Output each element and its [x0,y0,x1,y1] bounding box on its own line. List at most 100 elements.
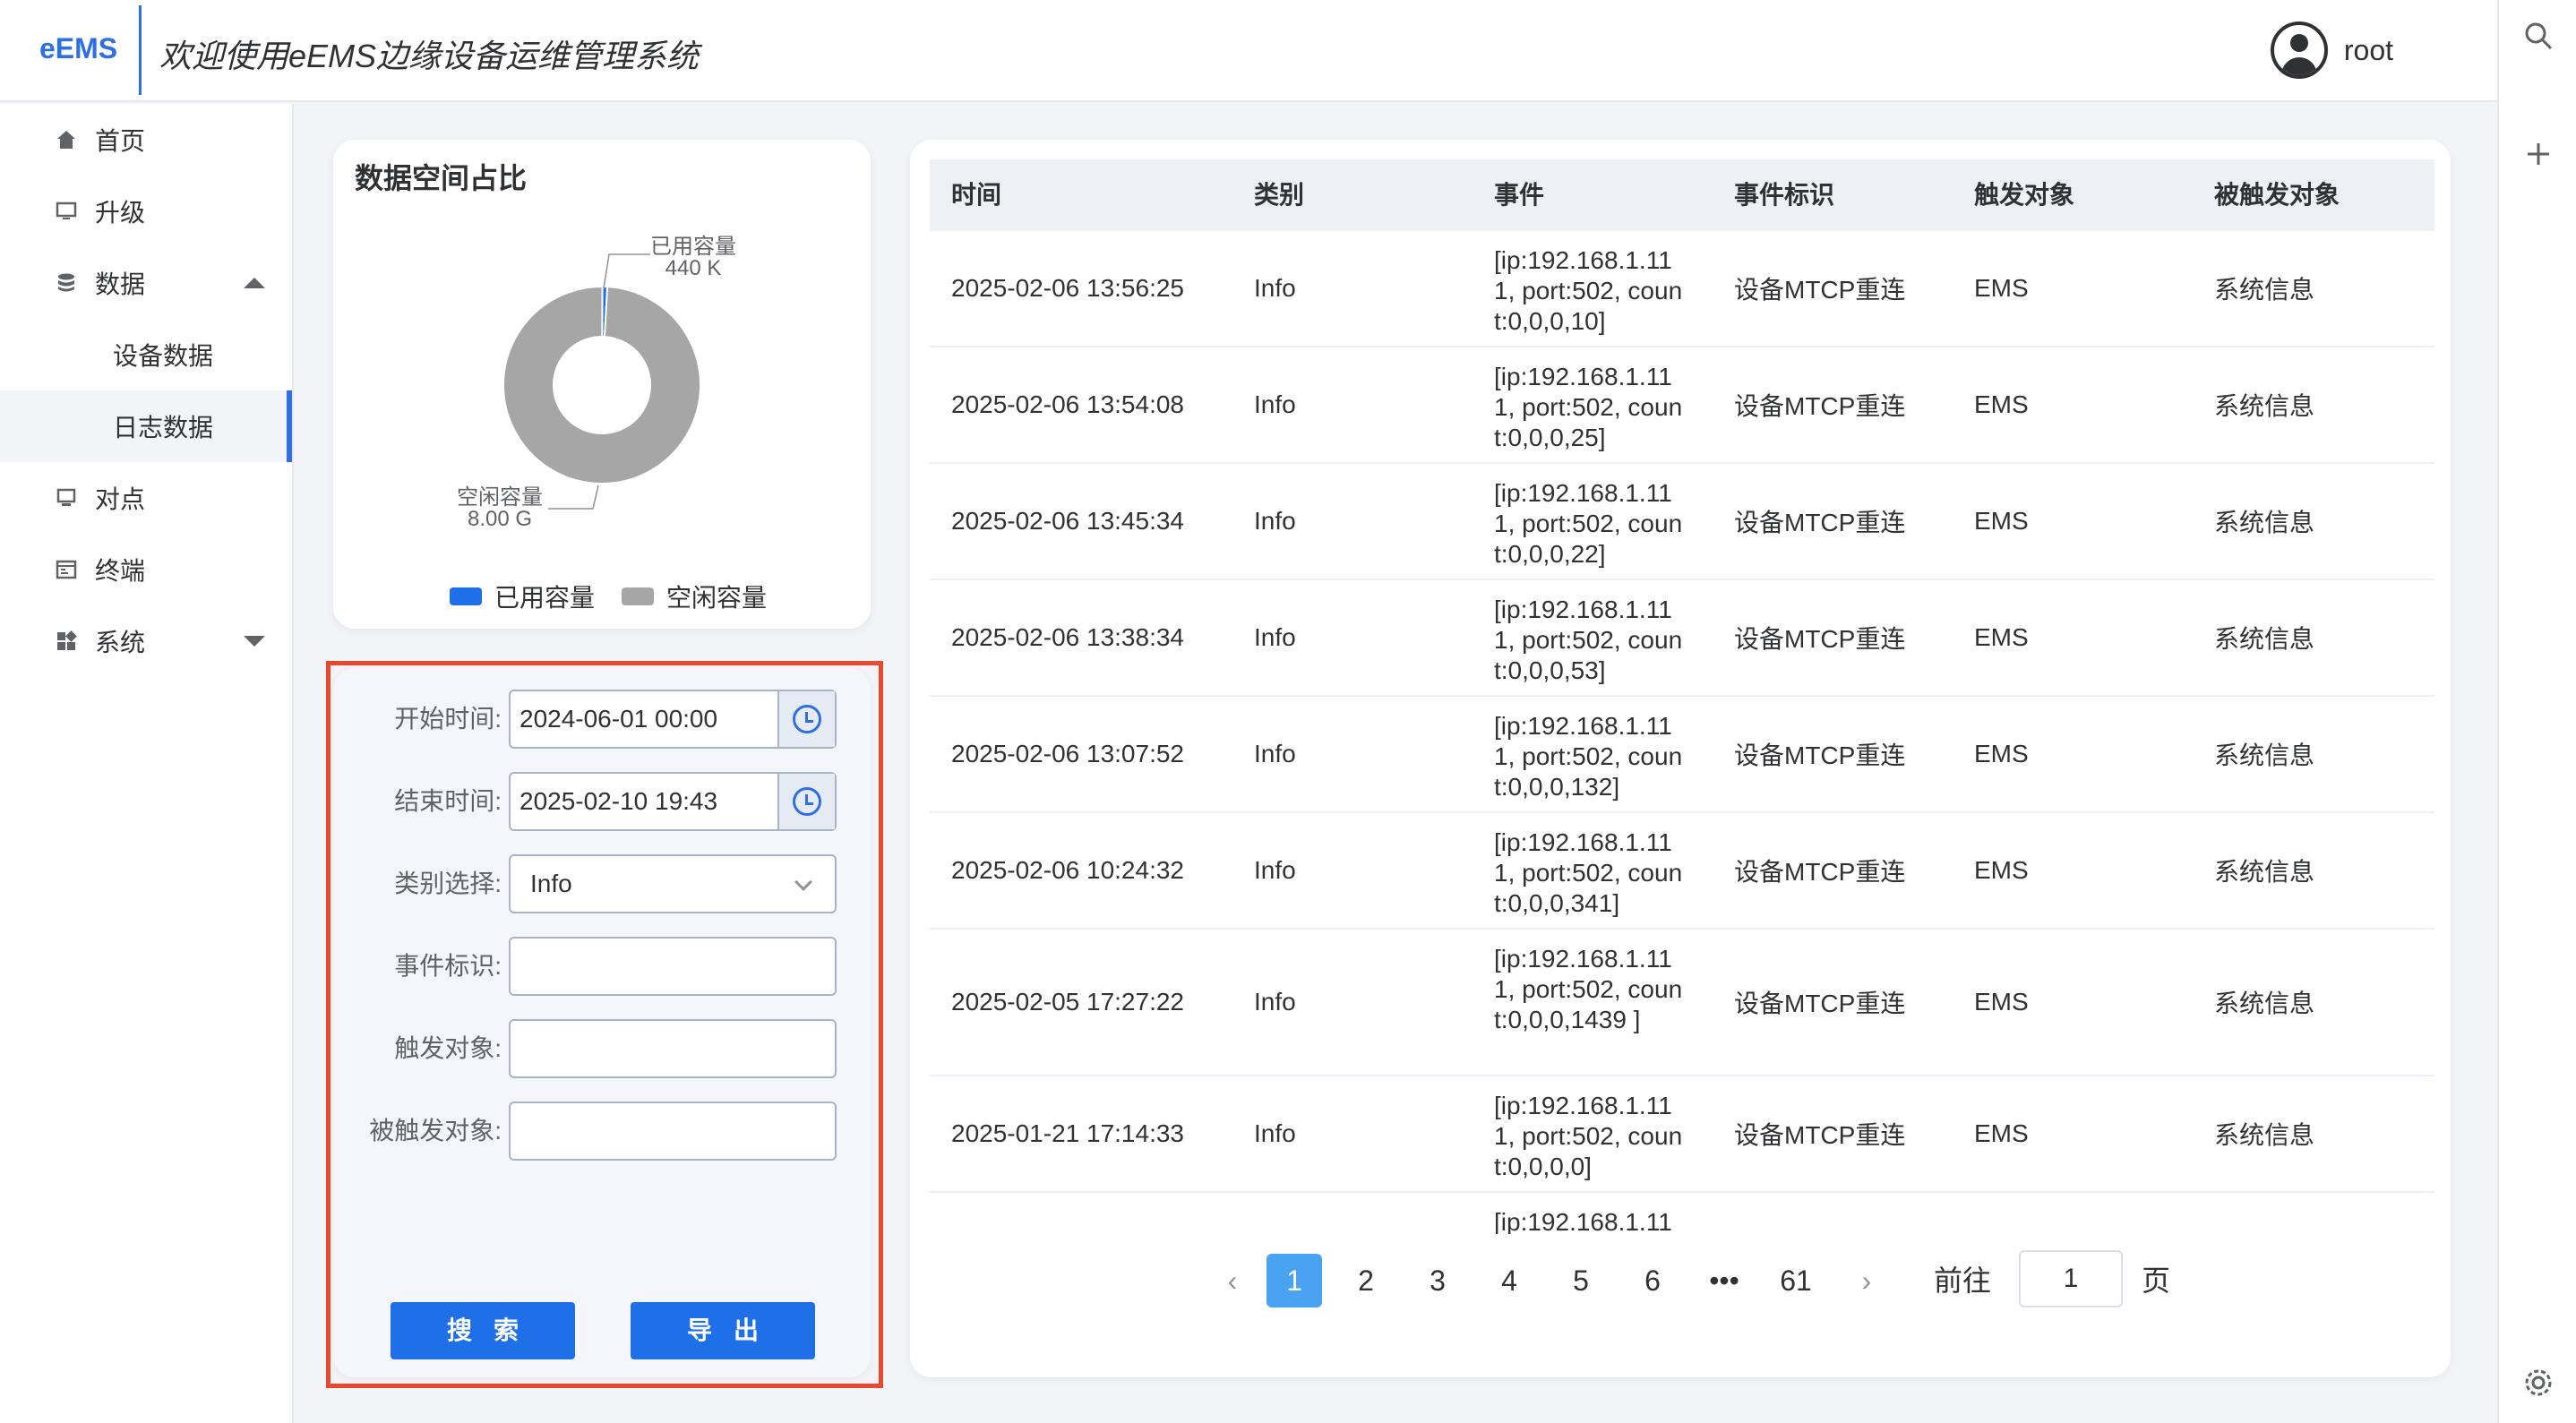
sidebar-item-data[interactable]: 数据 [0,247,292,319]
welcome-title: 欢迎使用eEMS边缘设备运维管理系统 [159,38,700,74]
table-row[interactable]: 2025-02-06 10:24:32 Info [ip:192.168.1.111… [930,813,2434,930]
page-4[interactable]: 4 [1481,1254,1537,1307]
goto-page-input[interactable]: 1 [2019,1250,2123,1307]
cell-triggered: 系统信息 [2214,990,2315,1017]
sidebar-subitem-device-data[interactable]: 设备数据 [0,319,292,390]
column-header-triggered[interactable]: 被触发对象 [2214,159,2340,231]
storage-chart-panel: 数据空间占比 已用容量 440 K 空闲容量 8.00 G 已用容量 空闲容量 [333,140,871,629]
legend-item-free[interactable]: 空闲容量 [622,579,767,614]
cell-category: Info [1254,623,1296,651]
free-slice-label: 空闲容量 8.00 G [457,487,543,530]
app-logo[interactable]: eEMS [39,32,117,65]
legend-label-used: 已用容量 [494,584,596,612]
cell-trigger: EMS [1974,623,2029,651]
page-2[interactable]: 2 [1338,1254,1394,1307]
sidebar-item-label: 数据 [95,270,146,298]
page-last[interactable]: 61 [1768,1254,1824,1307]
logo-divider [139,5,142,95]
chevron-up-icon[interactable] [244,278,265,288]
sidebar-item-label: 系统 [95,629,146,656]
free-leader-line [548,484,599,510]
column-header-time[interactable]: 时间 [951,159,1001,231]
legend-swatch-free [622,587,655,605]
cell-triggered: 系统信息 [2214,509,2315,536]
gear-icon[interactable] [2522,1367,2555,1399]
slice-free[interactable] [502,285,701,484]
cell-time: 2025-02-05 17:27:22 [951,988,1184,1016]
sidebar: 首页 升级 数据 设备数据 日志数据 对点 终端 系统 [0,104,294,1423]
legend-swatch-used [450,587,482,605]
table-row[interactable]: 2025-02-06 13:54:08 Info [ip:192.168.1.111… [930,347,2434,464]
sidebar-subitem-log-data[interactable]: 日志数据 [0,390,292,462]
legend-item-used[interactable]: 已用容量 [450,579,595,614]
table-row[interactable]: 2025-02-06 13:45:34 Info [ip:192.168.1.111… [930,464,2434,580]
sidebar-item-terminal[interactable]: 终端 [0,534,292,605]
cell-event: [ip:192.168.1.111, port:502, count:0,0,0… [1494,828,1683,917]
table-row[interactable]: 2025-02-06 13:07:52 Info [ip:192.168.1.111… [930,697,2434,813]
cell-time: 2025-02-06 13:07:52 [951,740,1184,767]
cell-event-id: 设备MTCP重连 [1734,742,1906,769]
right-toolbar [2497,0,2576,1423]
cell-time: 2025-02-06 13:54:08 [951,390,1184,418]
column-header-trigger[interactable]: 触发对象 [1974,159,2074,231]
cell-event-id: 设备MTCP重连 [1734,1121,1906,1149]
username[interactable]: root [2344,34,2393,67]
monitor-icon [56,201,77,219]
table-row[interactable]: 2025-02-06 13:56:25 Info [ip:192.168.1.111… [930,231,2434,347]
prev-page-icon[interactable]: ‹ [1206,1254,1259,1307]
column-header-event[interactable]: 事件 [1494,159,1544,231]
page-1[interactable]: 1 [1267,1254,1322,1307]
cell-category: Info [1254,740,1296,767]
cell-trigger: EMS [1974,390,2029,418]
sidebar-item-upgrade[interactable]: 升级 [0,176,292,247]
home-icon [57,131,75,149]
legend-label-free: 空闲容量 [666,584,768,612]
column-header-category[interactable]: 类别 [1254,159,1304,231]
column-header-event-id[interactable]: 事件标识 [1734,159,1834,231]
cell-trigger: EMS [1974,507,2029,535]
user-menu[interactable]: root [2270,21,2393,79]
cell-triggered: 系统信息 [2214,625,2315,653]
page-5[interactable]: 5 [1553,1254,1609,1307]
sidebar-item-system[interactable]: 系统 [0,605,292,677]
sidebar-item-point[interactable]: 对点 [0,462,292,534]
table-body: 2025-02-06 13:56:25 Info [ip:192.168.1.111… [930,231,2434,1234]
chevron-down-icon[interactable] [244,636,265,647]
cell-trigger: EMS [1974,1119,2029,1147]
cell-category: Info [1254,390,1296,418]
table-row[interactable]: [ip:192.168.1.111, [930,1193,2434,1234]
next-page-icon[interactable]: › [1840,1254,1893,1307]
cell-time: 2025-02-06 13:38:34 [951,623,1184,651]
cell-triggered: 系统信息 [2214,858,2315,886]
terminal-icon [56,560,77,579]
pagination: ‹ 1 2 3 4 5 6 ••• 61 › 前往 1 页 [910,1236,2451,1325]
sidebar-item-label: 首页 [95,127,146,155]
page-6[interactable]: 6 [1625,1254,1680,1307]
grid-icon [57,630,77,650]
table-row[interactable]: 2025-02-06 13:38:34 Info [ip:192.168.1.111… [930,580,2434,697]
page-3[interactable]: 3 [1410,1254,1465,1307]
cell-event-id: 设备MTCP重连 [1734,509,1906,536]
cell-time: 2025-02-06 13:56:25 [951,274,1184,302]
page-ellipsis[interactable]: ••• [1696,1254,1752,1307]
avatar-icon[interactable] [2270,21,2328,79]
plus-icon[interactable] [2522,138,2555,170]
cell-event-id: 设备MTCP重连 [1734,276,1906,304]
sidebar-item-home[interactable]: 首页 [0,104,292,176]
used-value-text: 440 K [665,256,722,280]
used-slice-label: 已用容量 440 K [650,236,736,279]
cell-event-id: 设备MTCP重连 [1734,858,1906,886]
sidebar-item-label: 对点 [95,485,146,513]
database-icon [58,273,74,292]
cell-event: [ip:192.168.1.111, port:502, count:0,0,0… [1494,363,1683,451]
cell-time: 2025-01-21 17:14:33 [951,1119,1184,1147]
cell-trigger: EMS [1974,740,2029,767]
cell-trigger: EMS [1974,274,2029,302]
donut-chart [502,253,701,510]
cell-triggered: 系统信息 [2214,1121,2315,1149]
cell-event: [ip:192.168.1.111, port:502, count:0,0,0… [1494,945,1683,1033]
table-row[interactable]: 2025-02-05 17:27:22 Info [ip:192.168.1.111… [930,930,2434,1076]
search-icon[interactable] [2522,20,2555,52]
cell-event: [ip:192.168.1.111, port:502, count:0,0,0… [1494,712,1683,801]
table-row[interactable]: 2025-01-21 17:14:33 Info [ip:192.168.1.111… [930,1076,2434,1193]
